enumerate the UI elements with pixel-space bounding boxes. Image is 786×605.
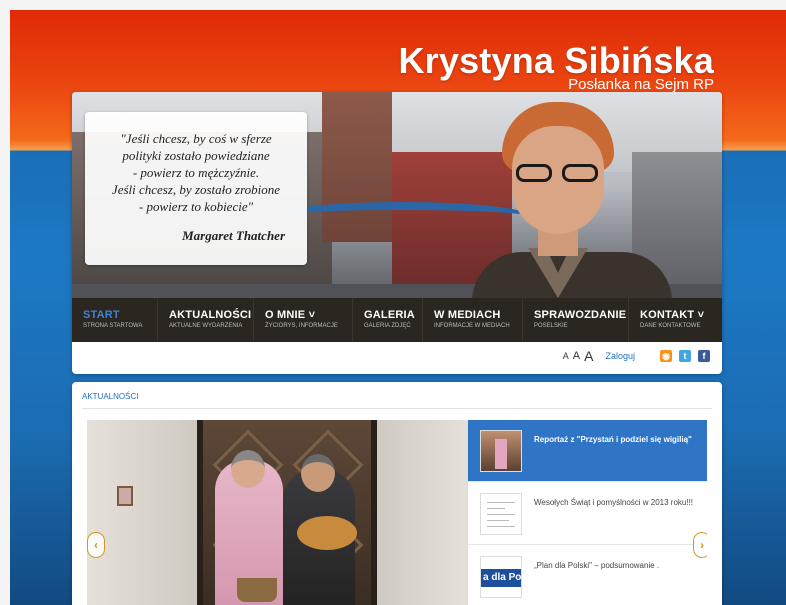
font-size-medium-button[interactable]: A [573,350,580,362]
slide-wall [87,420,197,605]
toolbar: A A A Zaloguj ◉ t f [563,348,710,364]
slide-person-head [231,450,265,488]
nav-label: O MNIE ˅ [265,309,316,321]
news-thumbnail: a dla Po [480,556,522,598]
nav-sublabel: DANE KONTAKTOWE [640,323,701,329]
nav-sublabel: POSELSKIE [534,323,568,329]
font-size-small-button[interactable]: A [563,351,569,361]
slider-next-button[interactable]: › [693,532,707,558]
news-list: Reportaż z "Przystań i podziel się wigil… [467,420,707,605]
nav-item-galeria[interactable]: GALERIA GALERIA ZDJĘĆ [353,298,423,342]
login-link[interactable]: Zaloguj [605,351,635,361]
news-title: Reportaż z "Przystań i podziel się wigil… [534,435,692,444]
news-thumbnail [480,493,522,535]
nav-label: GALERIA [364,309,415,321]
site-subtitle: Posłanka na Sejm RP [568,76,714,93]
glasses-lens [516,164,552,182]
nav-label: START [83,309,120,321]
nav-sublabel: INFORMACJE W MEDIACH [434,323,510,329]
header-box: "Jeśli chcesz, by coś w sferze polityki … [72,92,722,374]
slider-prev-button[interactable]: ‹ [87,532,105,558]
nav-sublabel: AKTUALNE WYDARZENIA [169,323,243,329]
slide-basket [237,578,277,602]
nav-label: KONTAKT ˅ [640,309,705,321]
slide-image[interactable]: ‹ [87,420,467,605]
quote-text: "Jeśli chcesz, by coś w sferze polityki … [111,131,281,214]
twitter-icon[interactable]: t [679,350,691,362]
news-item[interactable]: Reportaż z "Przystań i podziel się wigil… [468,420,707,482]
nav-item-w-mediach[interactable]: W MEDIACH INFORMACJE W MEDIACH [423,298,523,342]
slide-wall-picture [117,486,133,506]
banner: "Jeśli chcesz, by coś w sferze polityki … [72,92,722,298]
quote-box: "Jeśli chcesz, by coś w sferze polityki … [85,112,307,265]
portrait-glasses [516,164,600,182]
news-thumbnail-text: a dla Po [481,569,521,587]
nav-label: SPRAWOZDANIE [534,309,627,321]
glasses-lens [562,164,598,182]
nav-label: AKTUALNOŚCI [169,309,252,321]
main-nav: START STRONA STARTOWA AKTUALNOŚCI AKTUAL… [72,298,722,342]
nav-item-sprawozdanie[interactable]: SPRAWOZDANIE POSELSKIE [523,298,629,342]
nav-item-o-mnie[interactable]: O MNIE ˅ ŻYCIORYS, INFORMACJE [254,298,353,342]
nav-sublabel: GALERIA ZDJĘĆ [364,323,411,329]
nav-label: W MEDIACH [434,309,501,321]
nav-item-start[interactable]: START STRONA STARTOWA [72,298,158,342]
divider [82,408,712,409]
nav-sublabel: STRONA STARTOWA [83,323,143,329]
news-title: Wesołych Świąt i pomyślności w 2013 roku… [534,498,694,507]
slide-guitar [297,516,357,550]
quote-author: Margaret Thatcher [182,228,285,243]
nav-item-aktualnosci[interactable]: AKTUALNOŚCI AKTUALNE WYDARZENIA [158,298,254,342]
rss-icon[interactable]: ◉ [660,350,672,362]
nav-sublabel: ŻYCIORYS, INFORMACJE [265,323,338,329]
news-item[interactable]: Wesołych Świąt i pomyślności w 2013 roku… [468,483,707,545]
news-slider: ‹ Reportaż z "Przystań i podziel się wig… [87,420,707,605]
slide-wall [377,420,467,605]
news-thumbnail [480,430,522,472]
font-size-large-button[interactable]: A [584,348,593,364]
news-item[interactable]: a dla Po „Plan dla Polski" – podsumowani… [468,546,707,605]
news-title: „Plan dla Polski" – podsumowanie . [534,561,660,570]
section-title[interactable]: AKTUALNOŚCI [82,392,138,401]
nav-item-kontakt[interactable]: KONTAKT ˅ DANE KONTAKTOWE [629,298,722,342]
content-box: AKTUALNOŚCI ‹ Reportaż z "Przystań i pod… [72,382,722,605]
facebook-icon[interactable]: f [698,350,710,362]
slide-person-head [301,454,335,492]
portrait-photo [472,102,672,298]
